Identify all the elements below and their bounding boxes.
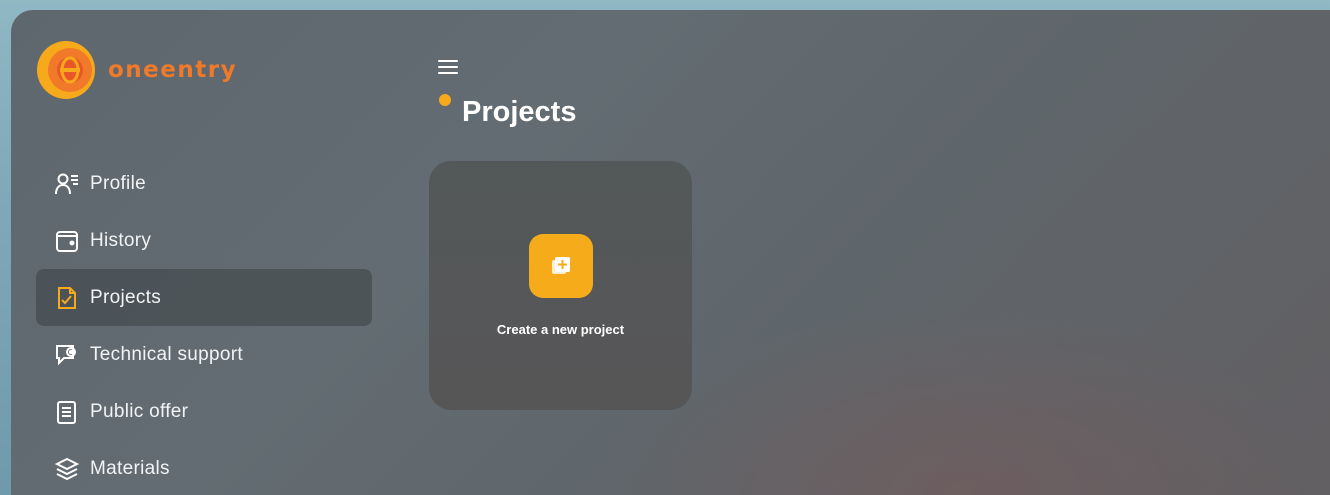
layers-icon xyxy=(54,456,80,482)
sidebar-item-label: Profile xyxy=(90,172,146,194)
menu-toggle-button[interactable] xyxy=(438,60,458,76)
title-dot-icon xyxy=(439,94,451,106)
create-project-label: Create a new project xyxy=(496,322,625,337)
sidebar-item-label: Projects xyxy=(90,286,162,308)
page-header: Projects xyxy=(439,94,576,129)
sidebar-item-label: History xyxy=(90,229,152,251)
hamburger-icon xyxy=(438,60,458,62)
create-project-button[interactable] xyxy=(528,234,593,298)
sidebar-item-label: Materials xyxy=(90,457,170,479)
logo[interactable]: oneentry xyxy=(36,40,237,100)
sidebar-item-label: Technical support xyxy=(90,343,243,365)
profile-icon xyxy=(54,171,80,197)
logo-mark-icon xyxy=(37,41,95,99)
document-icon xyxy=(54,399,80,425)
sidebar-item-label: Public offer xyxy=(90,400,189,422)
sidebar-item-history[interactable]: History xyxy=(36,212,372,269)
create-project-card[interactable]: Create a new project xyxy=(429,161,692,410)
sidebar-item-technical-support[interactable]: Technical support xyxy=(36,326,372,383)
add-project-icon xyxy=(551,257,570,274)
sidebar-item-materials[interactable]: Materials xyxy=(36,440,372,495)
sidebar-item-profile[interactable]: Profile xyxy=(36,155,372,212)
sidebar-item-public-offer[interactable]: Public offer xyxy=(36,383,372,440)
support-icon xyxy=(54,342,80,368)
app-window: oneentry Profile History Projects Techni… xyxy=(11,10,1330,495)
logo-text: oneentry xyxy=(108,57,238,83)
page-title: Projects xyxy=(462,96,577,128)
sidebar-item-projects[interactable]: Projects xyxy=(36,269,372,326)
wallet-icon xyxy=(54,228,80,254)
sidebar: Profile History Projects Technical suppo… xyxy=(36,155,372,495)
projects-icon xyxy=(54,285,80,311)
